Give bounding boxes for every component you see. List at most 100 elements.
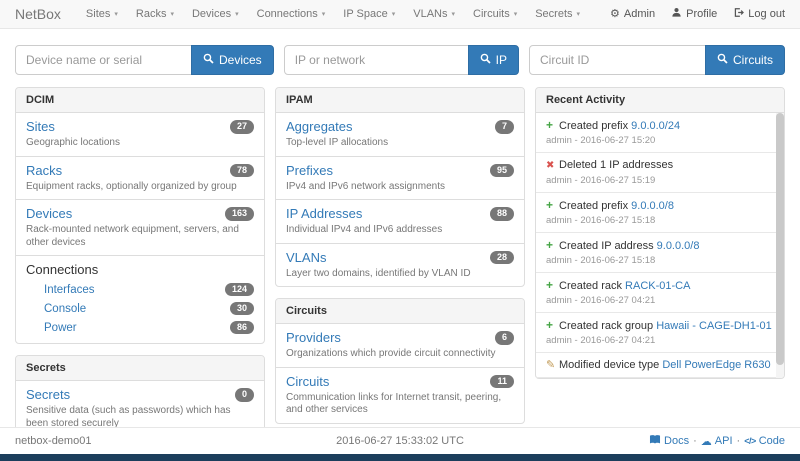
code-link[interactable]: </> Code [744, 435, 785, 447]
ip-search-button[interactable]: IP [468, 45, 519, 75]
nav-item-ip-space[interactable]: IP Space ▾ [334, 0, 404, 28]
devices-description: Rack-mounted network equipment, servers,… [26, 224, 254, 249]
book-icon [649, 434, 661, 448]
activity-meta: admin - 2016-06-27 15:18 [546, 215, 774, 227]
nav-item-vlans[interactable]: VLANs ▾ [404, 0, 464, 28]
activity-row: ✎Modified device type Dell PowerEdge R63… [536, 353, 776, 378]
activity-object-link[interactable]: Hawaii - CAGE-DH1-01 [656, 320, 772, 332]
panel-ipam: IPAM Aggregates 7 Top-level IP allocatio… [275, 87, 525, 287]
device-search-button[interactable]: Devices [191, 45, 274, 75]
activity-row: +Created rack group Hawaii - CAGE-DH1-01… [536, 313, 776, 353]
sites-description: Geographic locations [26, 137, 254, 150]
circuit-search-input[interactable] [529, 45, 706, 75]
activity-object-link[interactable]: 9.0.0.0/24 [631, 120, 680, 132]
prefixes-link[interactable]: Prefixes [286, 163, 333, 179]
sites-link[interactable]: Sites [26, 119, 55, 135]
delete-x-icon: ✖ [546, 159, 559, 173]
ip-addresses-link[interactable]: IP Addresses [286, 206, 362, 222]
nav-item-label: Secrets [535, 8, 572, 20]
code-icon: </> [744, 436, 756, 446]
activity-meta: admin - 2016-06-27 15:20 [546, 135, 774, 147]
prefixes-count-badge: 95 [490, 164, 514, 178]
nav-item-secrets[interactable]: Secrets ▾ [526, 0, 589, 28]
pencil-icon: ✎ [546, 358, 559, 372]
list-item-prefixes: Prefixes 95 IPv4 and IPv6 network assign… [276, 157, 524, 201]
api-link[interactable]: ☁ API [701, 435, 733, 448]
nav-item-sites[interactable]: Sites ▾ [77, 0, 127, 28]
list-item-circuits: Circuits 11 Communication links for Inte… [276, 368, 524, 423]
activity-action: Created prefix [559, 120, 628, 132]
activity-object-link[interactable]: Dell PowerEdge R630 [662, 359, 770, 371]
panel-circuits-header: Circuits [276, 299, 524, 324]
footer-timestamp: 2016-06-27 15:33:02 UTC [336, 435, 464, 447]
connections-row-interfaces: Interfaces 124 [26, 280, 254, 299]
circuits-count-badge: 11 [490, 375, 514, 389]
docs-label: Docs [664, 435, 689, 447]
device-search-input[interactable] [15, 45, 192, 75]
activity-action: Created rack group [559, 320, 653, 332]
activity-action: Created prefix [559, 200, 628, 212]
docs-link[interactable]: Docs [649, 434, 689, 448]
list-item-providers: Providers 6 Organizations which provide … [276, 324, 524, 368]
activity-scrollbar-track[interactable] [776, 113, 784, 378]
ip-search-input[interactable] [284, 45, 469, 75]
activity-object-link[interactable]: RACK-01-CA [625, 280, 690, 292]
bottom-bar [0, 454, 800, 461]
circuit-search-group: Circuits [529, 45, 785, 75]
chevron-down-icon: ▾ [577, 10, 581, 18]
list-item-devices: Devices 163 Rack-mounted network equipme… [16, 200, 264, 256]
column-dcim: DCIM Sites 27 Geographic locations Racks… [15, 87, 265, 437]
activity-action: Created IP address [559, 240, 654, 252]
profile-label: Profile [686, 8, 717, 20]
api-label: API [715, 435, 733, 447]
vlans-count-badge: 28 [490, 251, 514, 265]
list-item-sites: Sites 27 Geographic locations [16, 113, 264, 157]
activity-meta: admin - 2016-06-27 04:21 [546, 295, 774, 307]
list-item-aggregates: Aggregates 7 Top-level IP allocations [276, 113, 524, 157]
power-link[interactable]: Power [44, 322, 77, 334]
panel-recent-activity: Recent Activity +Created prefix 9.0.0.0/… [535, 87, 785, 379]
devices-link[interactable]: Devices [26, 206, 72, 222]
aggregates-link[interactable]: Aggregates [286, 119, 353, 135]
code-label: Code [759, 435, 785, 447]
nav-item-connections[interactable]: Connections ▾ [248, 0, 335, 28]
gear-icon: ⚙ [610, 9, 620, 20]
activity-scrollbar-thumb[interactable] [776, 113, 784, 365]
nav-item-circuits[interactable]: Circuits ▾ [464, 0, 526, 28]
logout-icon [733, 7, 744, 21]
list-item-connections: Connections Interfaces 124 Console 30 Po… [16, 256, 264, 343]
cloud-icon: ☁ [701, 435, 712, 448]
netbox-brand[interactable]: NetBox [15, 6, 61, 22]
chevron-down-icon: ▾ [514, 10, 518, 18]
plus-icon: + [546, 118, 559, 132]
footer-separator: · [737, 435, 741, 447]
circuits-description: Communication links for Internet transit… [286, 392, 514, 417]
activity-row: +Created IP address 9.0.0.0/8 admin - 20… [536, 233, 776, 273]
logout-link[interactable]: Log out [733, 7, 785, 21]
racks-link[interactable]: Racks [26, 163, 62, 179]
footer-separator: · [693, 435, 697, 447]
ip-addresses-count-badge: 88 [490, 207, 514, 221]
activity-meta: admin - 2016-06-27 04:21 [546, 335, 774, 347]
vlans-link[interactable]: VLANs [286, 250, 326, 266]
activity-object-link[interactable]: 9.0.0.0/8 [657, 240, 700, 252]
nav-item-racks[interactable]: Racks ▾ [127, 0, 183, 28]
admin-link[interactable]: ⚙ Admin [610, 8, 655, 20]
profile-link[interactable]: Profile [671, 7, 717, 21]
chevron-down-icon: ▾ [452, 10, 456, 18]
interfaces-link[interactable]: Interfaces [44, 284, 95, 296]
connections-row-console: Console 30 [26, 299, 254, 318]
plus-icon: + [546, 198, 559, 212]
panel-dcim-header: DCIM [16, 88, 264, 113]
secrets-link[interactable]: Secrets [26, 387, 70, 403]
ip-search-button-label: IP [496, 53, 507, 67]
circuits-link[interactable]: Circuits [286, 374, 329, 390]
admin-label: Admin [624, 8, 655, 20]
aggregates-description: Top-level IP allocations [286, 137, 514, 150]
circuit-search-button[interactable]: Circuits [705, 45, 785, 75]
console-link[interactable]: Console [44, 303, 86, 315]
activity-object-link[interactable]: 9.0.0.0/8 [631, 200, 674, 212]
nav-item-label: Sites [86, 8, 110, 20]
nav-item-devices[interactable]: Devices ▾ [183, 0, 248, 28]
providers-link[interactable]: Providers [286, 330, 341, 346]
